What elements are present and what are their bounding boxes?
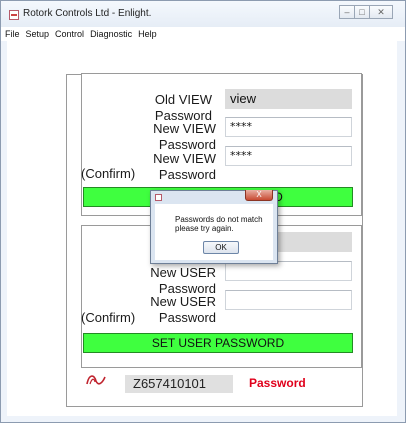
- old-view-password-field: view: [225, 89, 352, 109]
- dialog-message-line-2: please try again.: [175, 224, 234, 233]
- menu-diagnostic[interactable]: Diagnostic: [87, 27, 135, 41]
- menu-file[interactable]: File: [2, 27, 23, 41]
- serial-number-field: Z657410101: [125, 375, 233, 393]
- close-button[interactable]: ✕: [369, 5, 393, 19]
- new-view-password-label: New VIEW Password: [153, 121, 216, 152]
- menu-help[interactable]: Help: [135, 27, 160, 41]
- confirm-view-label-suffix: (Confirm): [81, 166, 136, 181]
- app-icon: [9, 10, 19, 20]
- menu-setup[interactable]: Setup: [23, 27, 53, 41]
- dialog-message-line-1: Passwords do not match: [175, 215, 263, 224]
- dialog-body: Passwords do not match please try again.…: [155, 204, 273, 260]
- confirm-user-label-suffix: (Confirm): [81, 310, 136, 325]
- dialog-message: Passwords do not match please try again.: [175, 215, 267, 233]
- new-user-password-label: New USER Password: [150, 265, 216, 296]
- dialog-title-bar[interactable]: X: [151, 190, 277, 204]
- error-dialog: X Passwords do not match please try agai…: [150, 190, 278, 264]
- old-view-password-label: Old VIEW Password: [154, 92, 212, 123]
- menu-bar: File Setup Control Diagnostic Help: [1, 27, 405, 41]
- dialog-close-button[interactable]: X: [245, 190, 273, 201]
- rotork-logo-icon: [86, 375, 106, 385]
- confirm-user-password-input[interactable]: [225, 290, 352, 310]
- window-title: Rotork Controls Ltd - Enlight.: [23, 8, 152, 19]
- new-user-password-input[interactable]: [225, 261, 352, 281]
- set-user-password-button[interactable]: SET USER PASSWORD: [83, 333, 353, 353]
- new-view-password-input[interactable]: ****: [225, 117, 352, 137]
- password-status-label: Password: [249, 376, 306, 390]
- title-bar[interactable]: Rotork Controls Ltd - Enlight. – □ ✕: [1, 1, 405, 27]
- confirm-view-password-input[interactable]: ****: [225, 146, 352, 166]
- ok-button[interactable]: OK: [203, 241, 239, 254]
- menu-control[interactable]: Control: [52, 27, 87, 41]
- maximize-button[interactable]: □: [354, 5, 370, 19]
- dialog-app-icon: [155, 194, 162, 201]
- minimize-button[interactable]: –: [339, 5, 355, 19]
